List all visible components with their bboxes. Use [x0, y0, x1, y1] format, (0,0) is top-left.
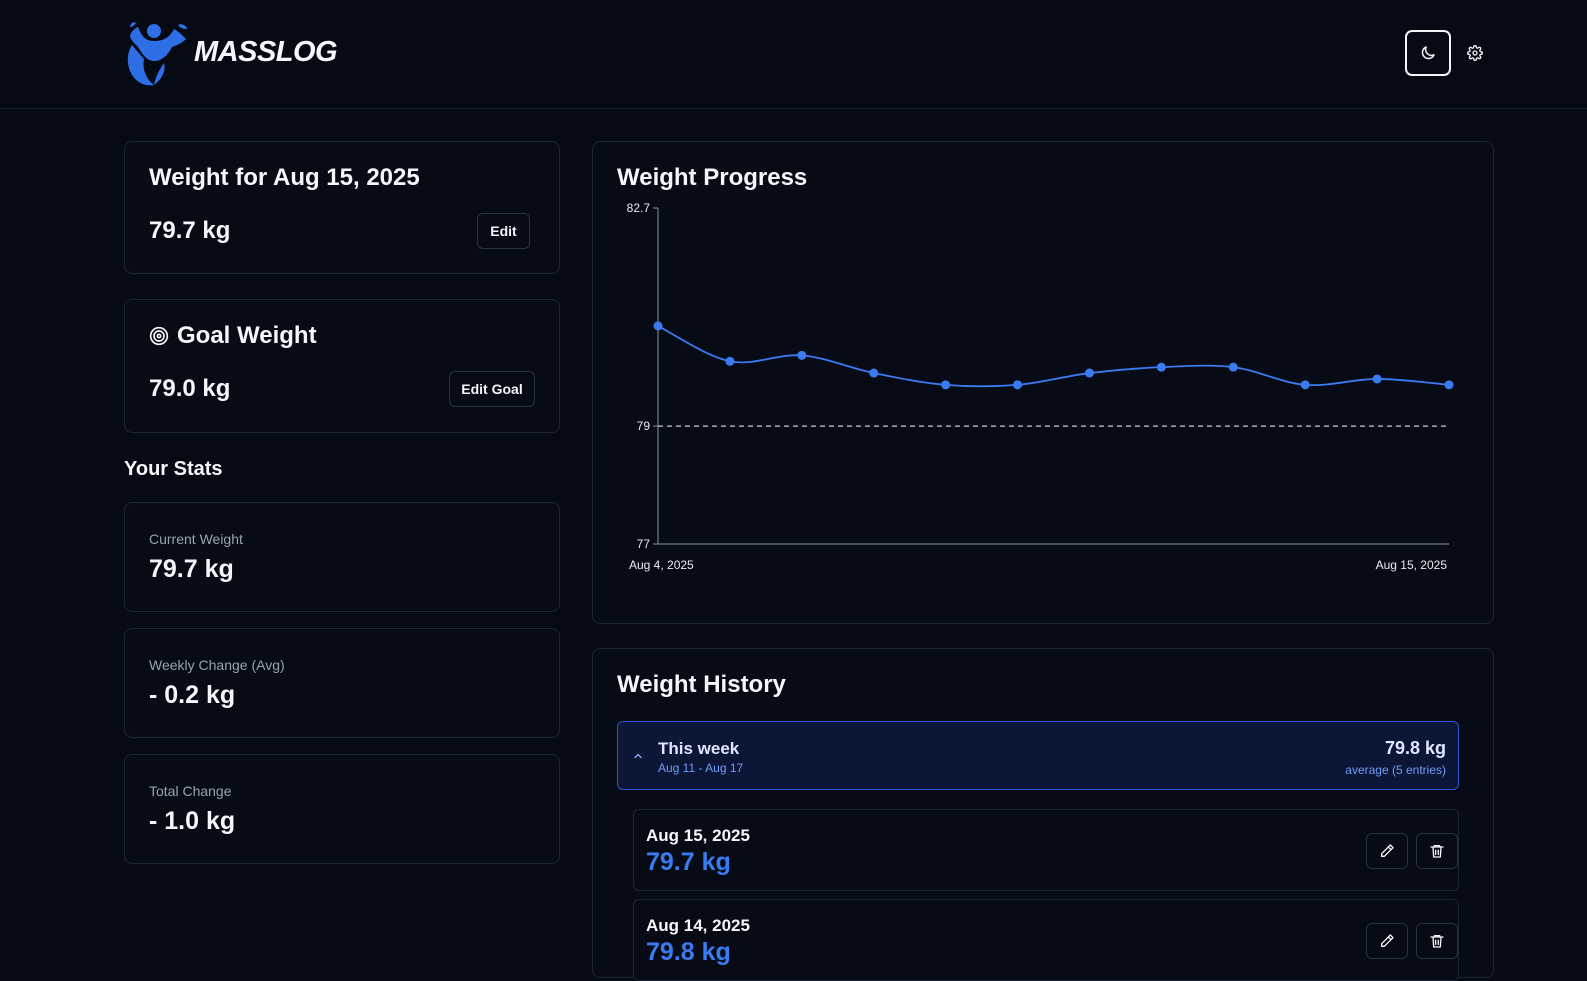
- chevron-up-icon: [634, 753, 642, 759]
- moon-icon: [1421, 46, 1435, 60]
- weight-data-point: [1084, 368, 1094, 378]
- goal-weight-title: Goal Weight: [177, 322, 317, 349]
- weight-data-point: [797, 350, 807, 360]
- delete-entry-button[interactable]: [1416, 923, 1458, 959]
- edit-weight-button[interactable]: Edit: [477, 213, 530, 249]
- weight-data-point: [869, 368, 879, 378]
- goal-weight-card: Goal Weight 79.0 kg Edit Goal: [124, 299, 560, 433]
- week-average-note: average (5 entries): [1345, 763, 1446, 777]
- weight-data-point: [941, 380, 951, 390]
- entry-date: Aug 15, 2025: [646, 826, 750, 845]
- history-entry: Aug 15, 2025 79.7 kg: [633, 809, 1459, 891]
- your-stats-title: Your Stats: [124, 458, 223, 480]
- edit-entry-button[interactable]: [1366, 923, 1408, 959]
- stat-card-total-change: Total Change - 1.0 kg: [124, 754, 560, 864]
- stat-card-weekly-change: Weekly Change (Avg) - 0.2 kg: [124, 628, 560, 738]
- trash-icon: [1430, 845, 1444, 858]
- trash-icon: [1430, 935, 1444, 948]
- weight-progress-card: Weight Progress 82.7 79 77 Aug 4, 2025 Aug 1…: [592, 141, 1494, 624]
- y-tick-label: 77: [637, 537, 651, 551]
- app-header: MASSLOG: [0, 0, 1587, 109]
- weight-series-line: [657, 325, 1450, 388]
- weight-history-title: Weight History: [617, 671, 786, 698]
- entry-weight: 79.7 kg: [646, 848, 731, 876]
- y-tick-label: 79: [637, 419, 651, 433]
- weight-data-point: [725, 356, 735, 366]
- goal-weight-value: 79.0 kg: [149, 375, 231, 402]
- weight-data-point: [653, 321, 663, 331]
- entry-date: Aug 14, 2025: [646, 916, 750, 935]
- stat-value: - 1.0 kg: [149, 807, 236, 835]
- stat-card-current-weight: Current Weight 79.7 kg: [124, 502, 560, 612]
- gear-icon: [1467, 45, 1483, 61]
- settings-button[interactable]: [1464, 42, 1486, 64]
- y-tick-label: 82.7: [627, 201, 651, 215]
- weight-progress-chart: 82.7 79 77 Aug 4, 2025 Aug 15, 2025: [627, 201, 1454, 572]
- history-entry: Aug 14, 2025 79.8 kg: [633, 899, 1459, 981]
- stat-label: Total Change: [149, 783, 232, 799]
- x-tick-label: Aug 4, 2025: [629, 558, 694, 572]
- stat-label: Current Weight: [149, 531, 243, 547]
- week-range: Aug 11 - Aug 17: [658, 761, 744, 775]
- masslog-logo[interactable]: MASSLOG: [124, 17, 338, 87]
- pencil-icon: [1381, 934, 1394, 947]
- edit-goal-button[interactable]: Edit Goal: [449, 371, 535, 407]
- today-weight-value: 79.7 kg: [149, 217, 231, 244]
- pencil-icon: [1381, 844, 1394, 857]
- week-average-value: 79.8 kg: [1384, 738, 1446, 758]
- bodybuilder-logo-icon: [127, 22, 187, 86]
- weight-data-point: [1156, 362, 1166, 372]
- stat-value: - 0.2 kg: [149, 681, 236, 709]
- theme-toggle-button[interactable]: [1405, 30, 1451, 76]
- entry-weight: 79.8 kg: [646, 938, 731, 966]
- app-name: MASSLOG: [194, 35, 338, 68]
- weight-data-point: [1444, 380, 1454, 390]
- stat-value: 79.7 kg: [149, 555, 234, 583]
- weight-history-card: Weight History This week Aug 11 - Aug 17…: [592, 648, 1494, 981]
- delete-entry-button[interactable]: [1416, 833, 1458, 869]
- week-group-header[interactable]: This week Aug 11 - Aug 17 79.8 kg averag…: [617, 721, 1459, 790]
- weight-data-point: [1228, 362, 1238, 372]
- x-tick-label: Aug 15, 2025: [1376, 558, 1448, 572]
- weight-data-point: [1013, 380, 1023, 390]
- weight-data-point: [1372, 374, 1382, 384]
- stat-label: Weekly Change (Avg): [149, 657, 285, 673]
- edit-entry-button[interactable]: [1366, 833, 1408, 869]
- weight-data-point: [1300, 380, 1310, 390]
- today-weight-title: Weight for Aug 15, 2025: [149, 164, 420, 191]
- week-label: This week: [658, 739, 740, 758]
- goal-weight-title-row: Goal Weight: [149, 322, 317, 350]
- target-icon: [149, 326, 169, 346]
- today-weight-card: Weight for Aug 15, 2025 79.7 kg Edit: [124, 141, 560, 274]
